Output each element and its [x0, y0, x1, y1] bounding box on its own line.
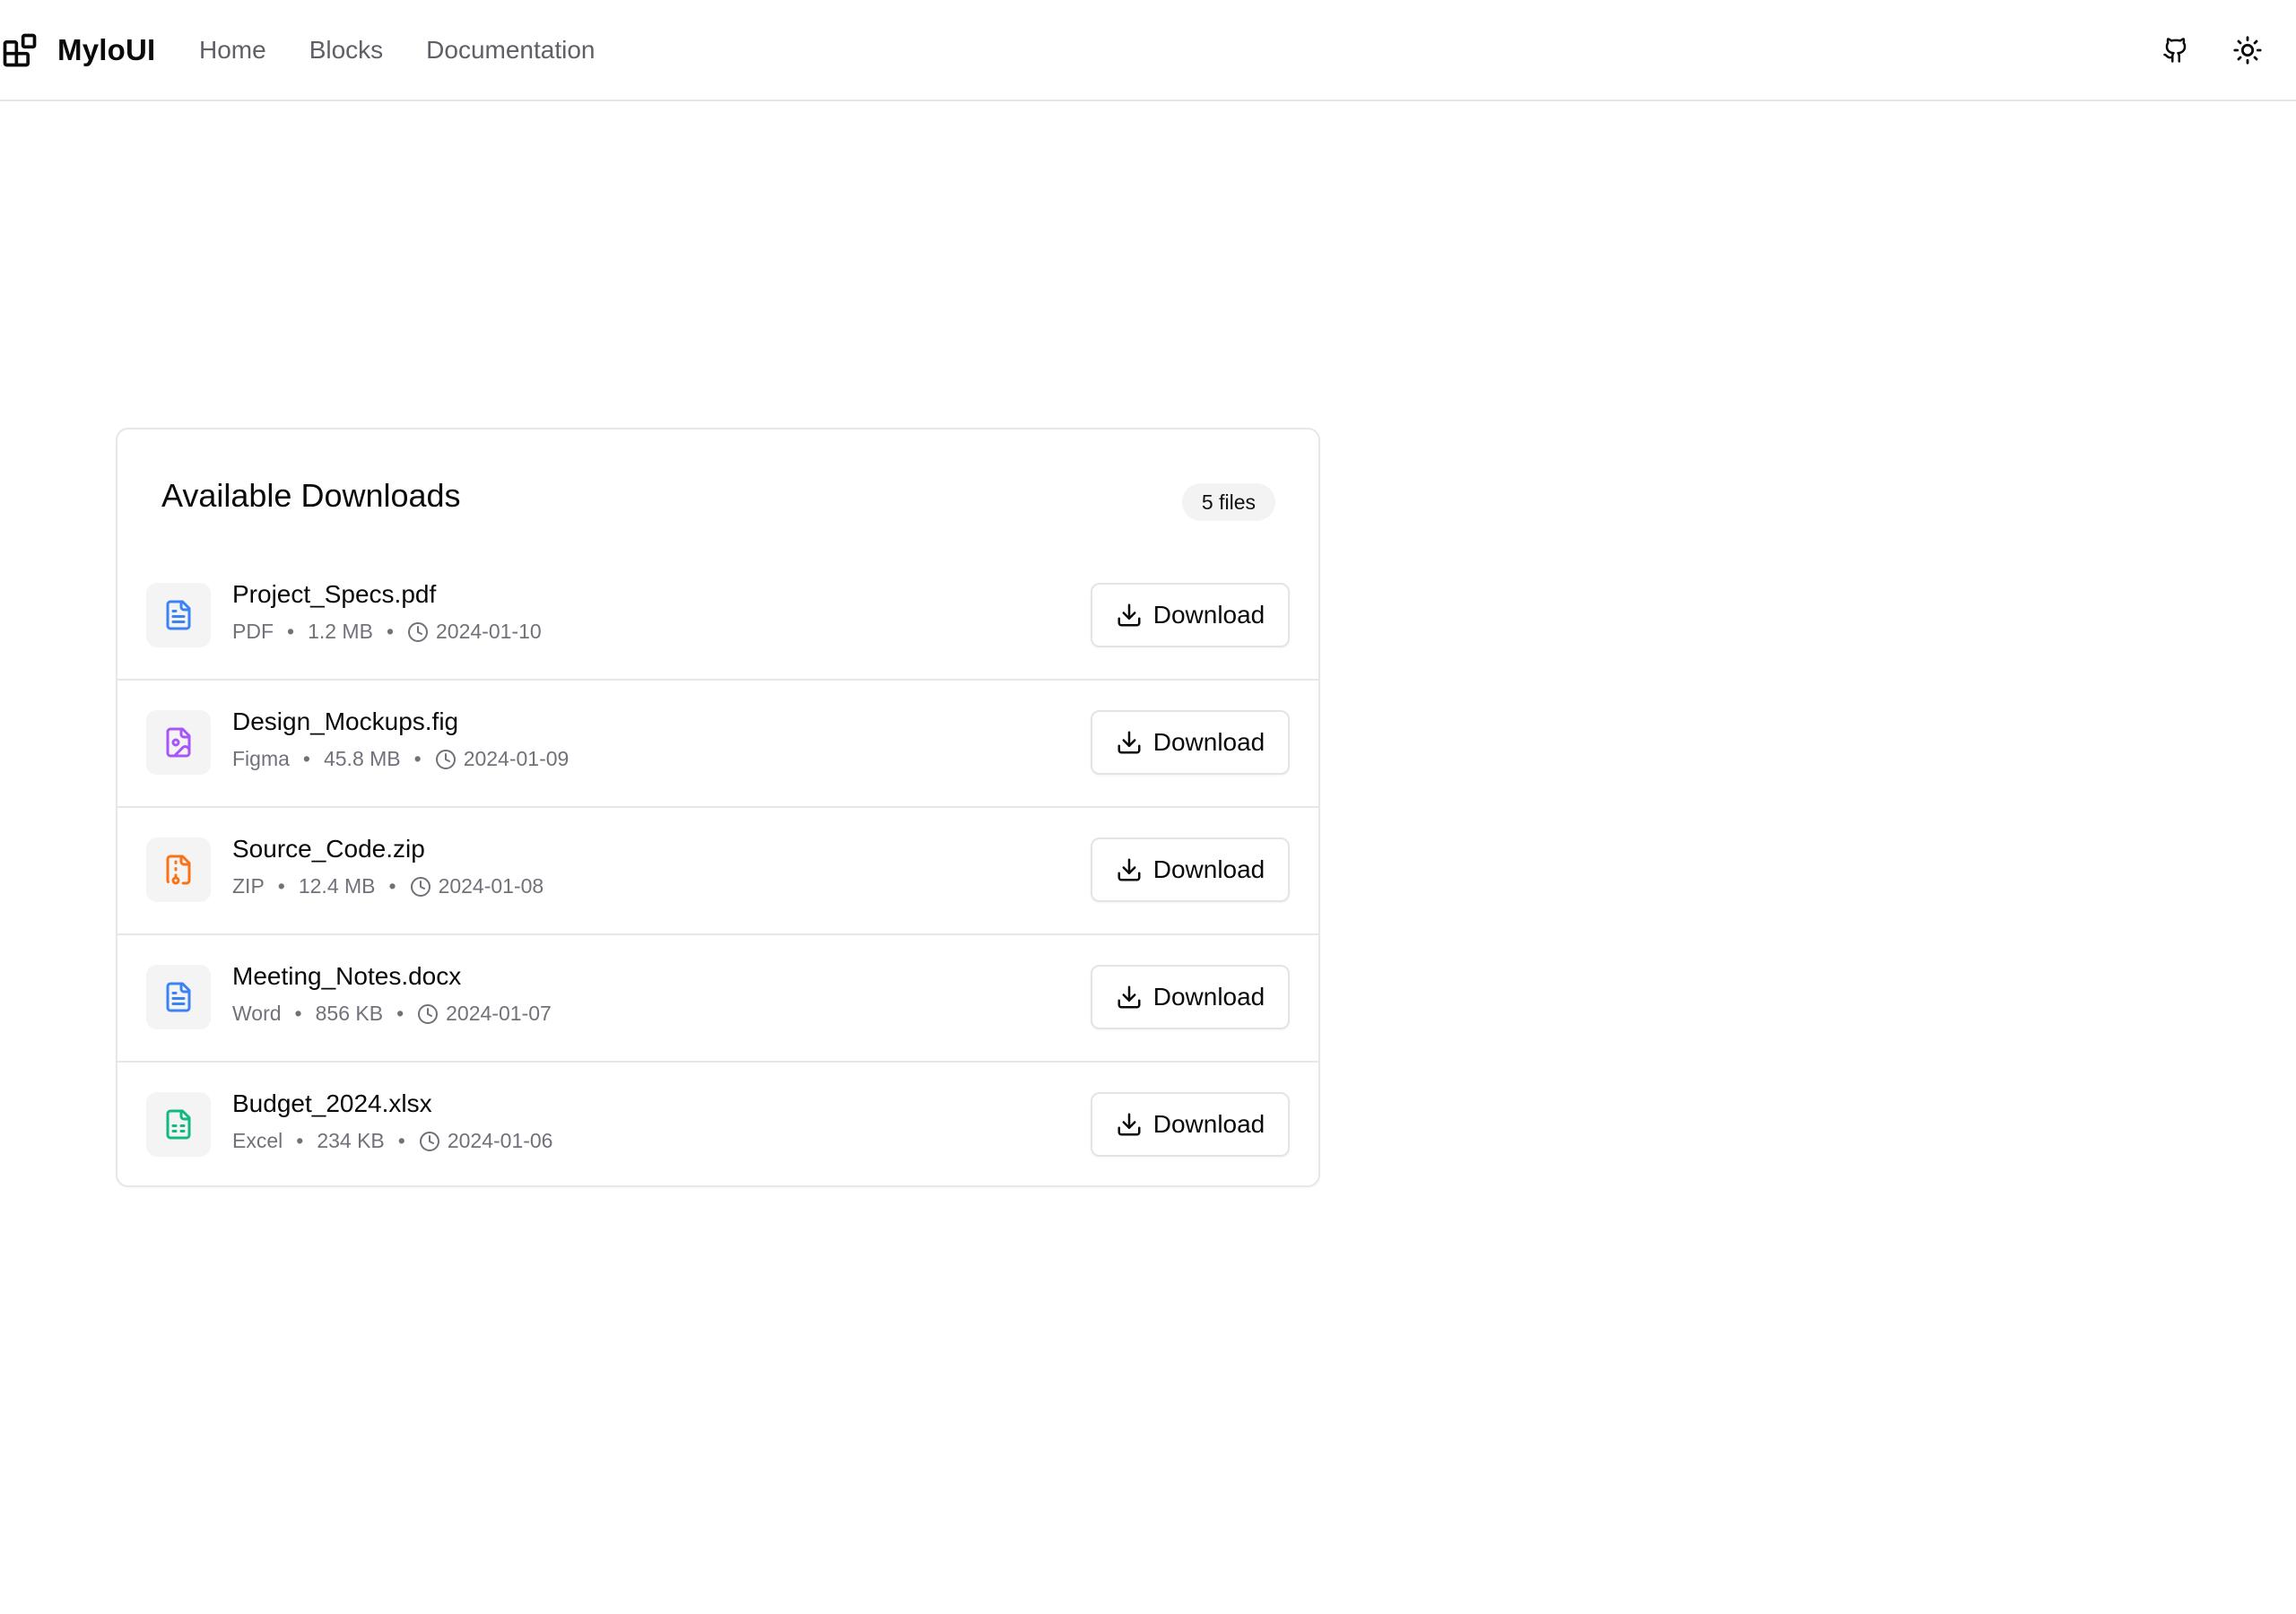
file-date: 2024-01-06: [447, 1129, 553, 1152]
download-button[interactable]: Download: [1091, 965, 1290, 1029]
file-name: Meeting_Notes.docx: [232, 962, 462, 990]
file-date: 2024-01-10: [436, 620, 542, 643]
file-name: Project_Specs.pdf: [232, 580, 437, 608]
meta-separator: •: [277, 874, 285, 898]
download-icon: [1116, 602, 1143, 629]
meta-separator: •: [294, 1002, 302, 1025]
file-icon-tile: [146, 710, 211, 775]
header-actions: [2151, 25, 2296, 75]
download-button[interactable]: Download: [1091, 583, 1290, 647]
meta-separator: •: [302, 747, 310, 770]
file-meta: Figma • 45.8 MB • 2024-01-09: [232, 747, 569, 771]
download-label: Download: [1152, 728, 1265, 756]
nav-link-documentation[interactable]: Documentation: [426, 36, 595, 65]
clock-icon: [435, 749, 457, 770]
file-spreadsheet-icon: [162, 1108, 195, 1141]
download-button[interactable]: Download: [1091, 710, 1290, 775]
brand-name: MyloUI: [57, 33, 156, 66]
download-icon: [1116, 1111, 1143, 1138]
meta-separator: •: [396, 1002, 404, 1025]
main-nav: Home Blocks Documentation: [199, 25, 639, 75]
nav-link-blocks[interactable]: Blocks: [309, 36, 383, 65]
file-list: Project_Specs.pdf PDF • 1.2 MB • 2024-01…: [117, 553, 1318, 1185]
file-archive-icon: [162, 854, 195, 886]
file-icon-tile: [146, 1092, 211, 1157]
file-date: 2024-01-08: [438, 874, 544, 898]
top-navbar: MyloUI Home Blocks Documentation: [0, 0, 2296, 101]
clock-icon: [419, 1131, 440, 1152]
file-type: PDF: [232, 620, 274, 643]
nav-link-home[interactable]: Home: [199, 36, 266, 65]
sun-icon: [2232, 35, 2263, 65]
clock-icon: [417, 1003, 439, 1025]
file-count-badge: 5 files: [1181, 483, 1275, 521]
file-size: 12.4 MB: [298, 874, 376, 898]
download-label: Download: [1152, 1110, 1265, 1138]
file-size: 234 KB: [317, 1129, 385, 1152]
download-icon: [1116, 984, 1143, 1011]
download-icon: [1116, 729, 1143, 756]
download-label: Download: [1152, 601, 1265, 629]
file-text-icon: [162, 599, 195, 631]
brand-link[interactable]: MyloUI: [0, 25, 155, 75]
meta-separator: •: [287, 620, 295, 643]
file-row: Meeting_Notes.docx Word • 856 KB • 2024-…: [117, 935, 1318, 1063]
card-header: Available Downloads 5 files: [117, 430, 1318, 553]
file-size: 1.2 MB: [308, 620, 373, 643]
meta-separator: •: [296, 1129, 304, 1152]
file-meta: Excel • 234 KB • 2024-01-06: [232, 1129, 552, 1153]
file-meta: ZIP • 12.4 MB • 2024-01-08: [232, 874, 544, 898]
github-button[interactable]: [2151, 25, 2201, 75]
file-row: Design_Mockups.fig Figma • 45.8 MB • 202…: [117, 681, 1318, 808]
file-meta: PDF • 1.2 MB • 2024-01-10: [232, 620, 542, 644]
downloads-card: Available Downloads 5 files Project_Spec…: [116, 428, 1320, 1187]
file-size: 45.8 MB: [323, 747, 401, 770]
meta-separator: •: [397, 1129, 405, 1152]
file-text-icon: [162, 981, 195, 1013]
file-size: 856 KB: [315, 1002, 384, 1025]
clock-icon: [410, 876, 431, 898]
file-name: Budget_2024.xlsx: [232, 1089, 432, 1117]
theme-toggle-button[interactable]: [2222, 25, 2273, 75]
file-type: Excel: [232, 1129, 283, 1152]
meta-separator: •: [413, 747, 422, 770]
file-row: Source_Code.zip ZIP • 12.4 MB • 2024-01-…: [117, 808, 1318, 935]
file-date: 2024-01-09: [463, 747, 570, 770]
file-icon-tile: [146, 965, 211, 1029]
file-type: Word: [232, 1002, 282, 1025]
card-title: Available Downloads: [161, 477, 461, 514]
download-button[interactable]: Download: [1091, 837, 1290, 902]
file-image-icon: [162, 726, 195, 759]
file-type: Figma: [232, 747, 290, 770]
clock-icon: [407, 621, 429, 643]
meta-separator: •: [386, 620, 394, 643]
file-name: Design_Mockups.fig: [232, 707, 459, 735]
file-date: 2024-01-07: [446, 1002, 552, 1025]
file-row: Project_Specs.pdf PDF • 1.2 MB • 2024-01…: [117, 553, 1318, 681]
download-label: Download: [1152, 983, 1265, 1011]
file-row: Budget_2024.xlsx Excel • 234 KB • 2024-0…: [117, 1063, 1318, 1185]
blocks-logo-icon: [0, 30, 39, 70]
file-name: Source_Code.zip: [232, 835, 425, 863]
download-button[interactable]: Download: [1091, 1092, 1290, 1157]
download-label: Download: [1152, 855, 1265, 883]
download-icon: [1116, 856, 1143, 883]
file-icon-tile: [146, 837, 211, 902]
github-icon: [2162, 37, 2189, 64]
file-type: ZIP: [232, 874, 265, 898]
file-icon-tile: [146, 583, 211, 647]
meta-separator: •: [388, 874, 396, 898]
file-meta: Word • 856 KB • 2024-01-07: [232, 1002, 552, 1026]
